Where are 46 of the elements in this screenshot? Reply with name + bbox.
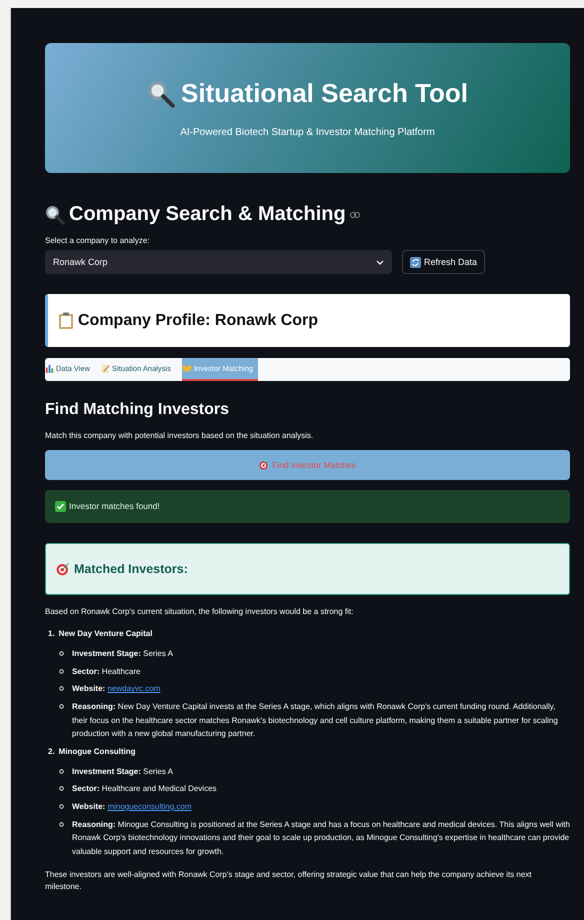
description-text: Match this company with potential investors based on the situation analysis. [45, 430, 314, 442]
bullet-icon [59, 768, 64, 774]
profile-title: Company Profile: Ronawk Corp [78, 312, 318, 330]
chevron-down-icon [376, 260, 384, 264]
list-number: 1. [48, 629, 55, 638]
link-icon [350, 212, 360, 218]
app-title: Situational Search Tool [180, 78, 468, 109]
bullet-icon [59, 786, 64, 792]
company-select[interactable]: Ronawk Corp [45, 250, 392, 274]
magnifier-icon [45, 204, 65, 224]
check-icon [55, 500, 66, 512]
bullet-icon [59, 686, 64, 692]
detail-text: Sector: Healthcare and Medical Devices [72, 783, 217, 796]
detail-text: Investment Stage: Series A [72, 648, 173, 660]
clipboard-icon [58, 312, 74, 329]
success-text: Investor matches found! [69, 501, 160, 512]
detail-label: Website: [72, 684, 106, 694]
subsection-heading: Find Matching Investors [45, 401, 230, 419]
investor-name: Minogue Consulting [58, 746, 136, 756]
card-title: Matched Investors: [74, 562, 188, 576]
detail-text: Sector: Healthcare [72, 666, 140, 678]
closing-text: These investors are well-aligned with Ronawk Corp's stage and sector, offering strategic value that can help the company achieve its next milestone. [45, 869, 533, 892]
magnifier-icon [146, 80, 175, 108]
investor-name: New Day Venture Capital [58, 629, 152, 638]
memo-icon [101, 364, 110, 373]
bullet-icon [59, 651, 64, 656]
bullet-icon [59, 822, 64, 827]
select-label: Select a company to analyze: [45, 236, 151, 245]
website-link[interactable]: newdayvc.com [107, 684, 160, 694]
detail-text: Reasoning: Minogue Consulting is positioned at the Series A stage and has a focus on healthcare and medical devices. This aligns well with Ronawk Corp's biotechnology innovations and their goal to scale up production, as Minogue Consulting's expertise in healthcare can provide valuable support and resources for growth. [72, 818, 570, 858]
refresh-button[interactable]: Refresh Data [402, 250, 486, 274]
target-icon [259, 460, 270, 470]
bullet-icon [59, 804, 64, 809]
intro-text: Based on Ronawk Corp's current situation, the following investors would be a strong fit: [45, 606, 354, 618]
bullet-icon [59, 704, 64, 709]
detail-label: Website: [72, 802, 106, 811]
detail-text: Reasoning: New Day Venture Capital invests at the Series A stage, which aligns with Ronawk Corp's current funding round. Additionally, their focus on the healthcare sector matches Ronawk's biotechnology and cell culture platform, making them a suitable partner for scaling production with a new global manufacturing partner. [72, 700, 559, 740]
website-link[interactable]: minogueconsulting.com [107, 802, 192, 811]
app-subtitle: AI-Powered Biotech Startup & Investor Matching Platform [180, 127, 435, 138]
target-icon [56, 562, 70, 576]
bullet-icon [59, 668, 64, 674]
bar-chart-icon [45, 364, 54, 373]
section-heading: Company Search & Matching [69, 203, 346, 226]
list-number: 2. [48, 746, 55, 756]
detail-text: Investment Stage: Series A [72, 766, 173, 778]
refresh-icon [410, 256, 421, 268]
